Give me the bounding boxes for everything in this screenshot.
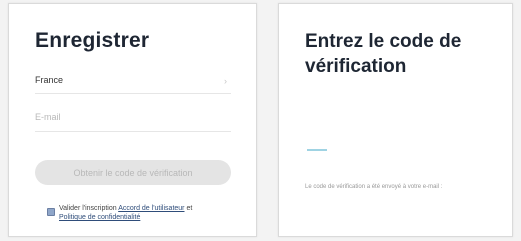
agreement-and: et [184, 205, 193, 212]
verification-title: Entrez le code de vérification [305, 31, 462, 77]
privacy-policy-link[interactable]: Politique de confidentialité [59, 214, 140, 221]
verification-sent-message: Le code de vérification a été envoyé à v… [305, 184, 443, 190]
user-agreement-link[interactable]: Accord de l'utilisateur [118, 205, 184, 212]
register-screen: Enregistrer France › Obtenir le code de … [8, 3, 257, 237]
get-verification-code-button[interactable]: Obtenir le code de vérification [35, 160, 231, 185]
chevron-right-icon: › [224, 76, 227, 86]
email-field-row [35, 108, 231, 132]
agreement-prefix: Valider l'inscription [59, 205, 119, 212]
code-input-underline[interactable] [307, 149, 327, 151]
verification-screen: Entrez le code de vérification Le code d… [278, 3, 513, 237]
country-value: France [35, 75, 64, 85]
email-input[interactable] [35, 112, 231, 122]
agreement-text: Valider l'inscription Accord de l'utilis… [59, 204, 239, 222]
register-title: Enregistrer [35, 29, 150, 52]
agreement-row: Valider l'inscription Accord de l'utilis… [47, 204, 247, 228]
country-selector[interactable]: France › [35, 70, 231, 94]
agree-checkbox[interactable] [47, 208, 55, 216]
